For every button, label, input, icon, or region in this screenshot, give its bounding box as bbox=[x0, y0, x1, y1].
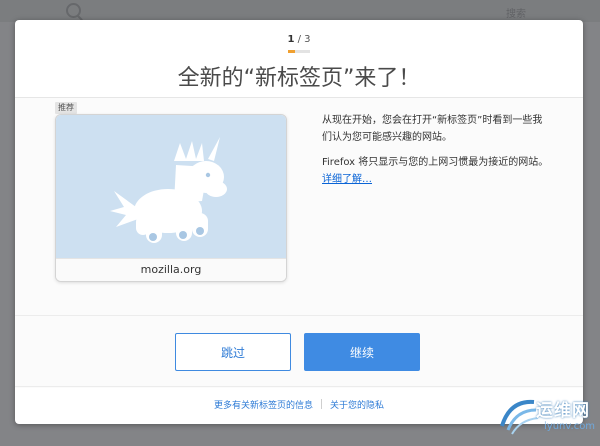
tile-label: mozilla.org bbox=[56, 258, 286, 281]
body-divider bbox=[15, 315, 583, 316]
sponsored-badge: 推荐 bbox=[55, 102, 77, 114]
new-tab-intro-dialog: 1 / 3 全新的“新标签页”来了！ 推荐 mozilla.org 从现在开始，… bbox=[15, 20, 583, 424]
footer-divider bbox=[15, 386, 583, 387]
footer-separator bbox=[321, 399, 322, 409]
learn-more-link[interactable]: 详细了解… bbox=[322, 174, 372, 185]
site-watermark: 运维网 iyunv.com bbox=[496, 392, 600, 442]
watermark-text: 运维网 bbox=[536, 401, 590, 421]
skip-button[interactable]: 跳过 bbox=[175, 333, 291, 371]
watermark-url: iyunv.com bbox=[544, 421, 596, 432]
step-current: 1 bbox=[287, 34, 295, 45]
description-paragraph-1: 从现在开始，您会在打开“新标签页”时看到一些我们认为您可能感兴趣的网站。 bbox=[322, 115, 543, 143]
step-separator: / bbox=[297, 34, 301, 45]
step-counter: 1 / 3 bbox=[15, 34, 583, 45]
description-text-2: Firefox 将只显示与您的上网习惯最为接近的网站。 bbox=[322, 157, 549, 168]
step-progress-fill bbox=[288, 50, 296, 53]
dialog-title: 全新的“新标签页”来了！ bbox=[177, 66, 421, 91]
step-total: 3 bbox=[304, 34, 311, 45]
description-paragraph-2: Firefox 将只显示与您的上网习惯最为接近的网站。详细了解… bbox=[322, 154, 552, 188]
step-progress-bar bbox=[288, 50, 310, 53]
continue-button[interactable]: 继续 bbox=[304, 333, 420, 371]
tile-thumbnail bbox=[56, 115, 286, 258]
unicorn-icon bbox=[110, 137, 227, 243]
site-tile[interactable]: mozilla.org bbox=[55, 114, 287, 282]
more-info-link[interactable]: 更多有关新标签页的信息 bbox=[214, 401, 313, 411]
privacy-link[interactable]: 关于您的隐私 bbox=[330, 401, 384, 411]
